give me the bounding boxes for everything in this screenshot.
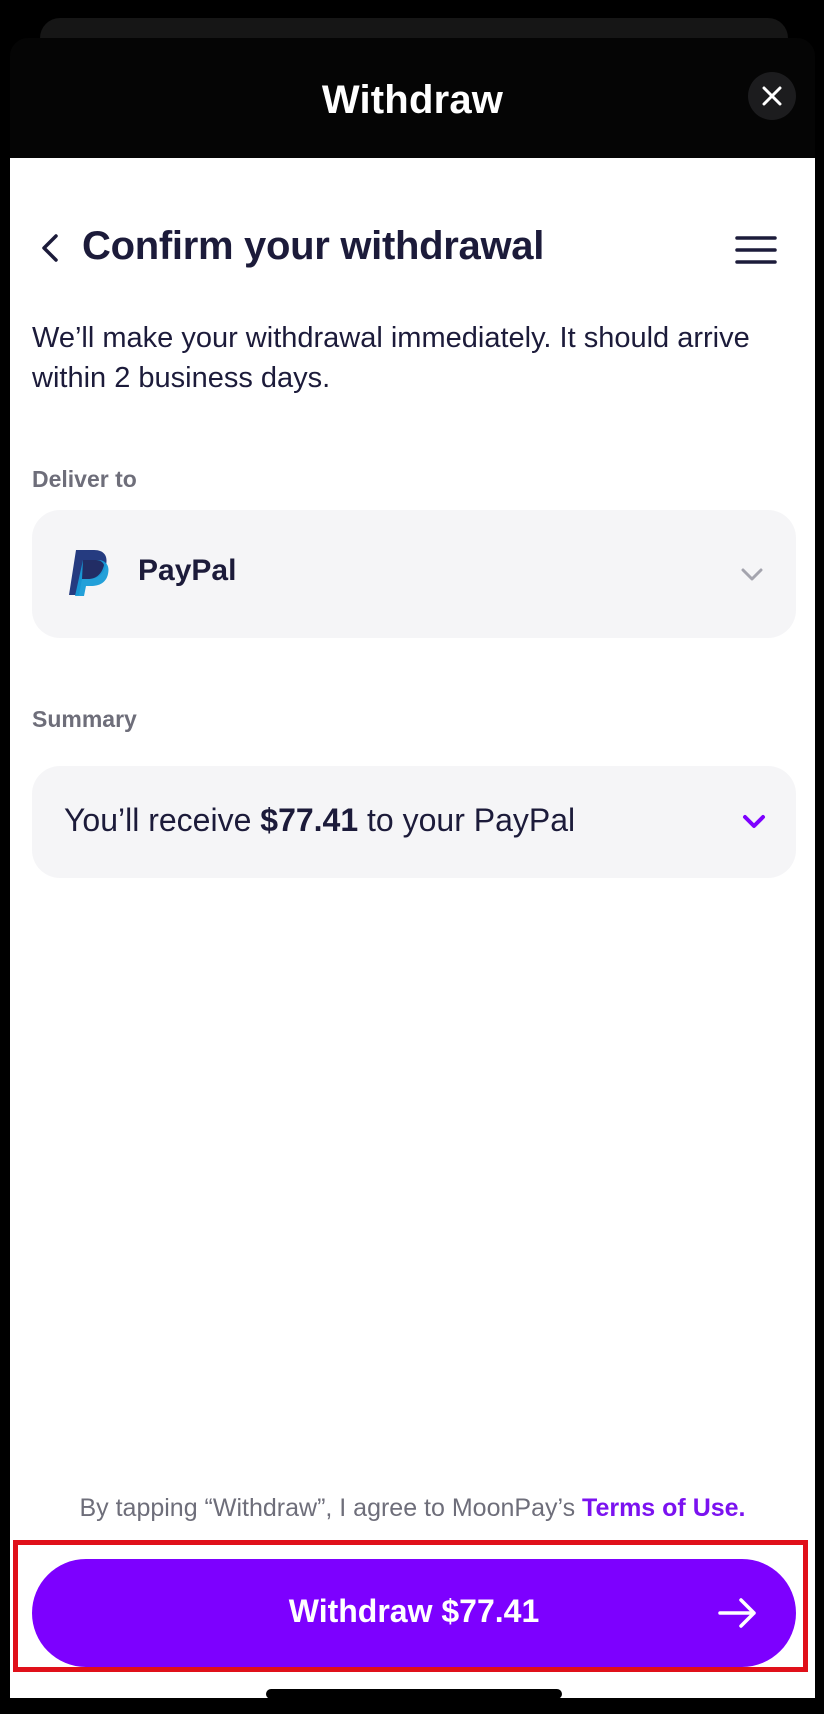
summary-prefix: You’ll receive	[64, 802, 261, 838]
menu-button[interactable]	[730, 226, 782, 274]
close-button[interactable]	[748, 72, 796, 120]
terms-notice: By tapping “Withdraw”, I agree to MoonPa…	[10, 1494, 815, 1523]
intro-text: We’ll make your withdrawal immediately. …	[32, 322, 750, 394]
summary-text: You’ll receive $77.41 to your PayPal	[64, 802, 575, 839]
summary-suffix: to your PayPal	[358, 802, 576, 838]
back-button[interactable]	[28, 224, 72, 272]
deliver-to-label: Deliver to	[32, 466, 137, 492]
arrow-right-icon	[718, 1598, 756, 1628]
summary-label: Summary	[32, 706, 137, 732]
chevron-down-icon	[743, 815, 765, 828]
terms-of-use-link[interactable]: Terms of Use.	[582, 1494, 745, 1522]
withdraw-button[interactable]: Withdraw $77.41	[32, 1559, 796, 1667]
summary-amount: $77.41	[260, 802, 359, 838]
modal-title: Withdraw	[321, 78, 504, 122]
modal-header: Withdraw	[10, 38, 815, 158]
page-header: Confirm your withdrawal	[10, 216, 815, 280]
chevron-down-icon	[741, 568, 763, 581]
payout-method-select[interactable]: PayPal	[32, 510, 796, 638]
withdraw-panel: Confirm your withdrawal We’ll make your …	[10, 158, 815, 1698]
home-indicator	[266, 1689, 562, 1699]
close-icon	[762, 86, 782, 106]
terms-text: By tapping “Withdraw”, I agree to MoonPa…	[79, 1494, 583, 1522]
withdraw-button-label: Withdraw $77.41	[288, 1593, 540, 1629]
paypal-logo-icon	[69, 550, 109, 596]
hamburger-menu-icon	[735, 236, 777, 264]
chevron-left-icon	[42, 234, 58, 262]
summary-expander[interactable]: You’ll receive $77.41 to your PayPal	[32, 766, 796, 878]
payout-method-name: PayPal	[138, 554, 237, 587]
page-title: Confirm your withdrawal	[82, 224, 545, 268]
